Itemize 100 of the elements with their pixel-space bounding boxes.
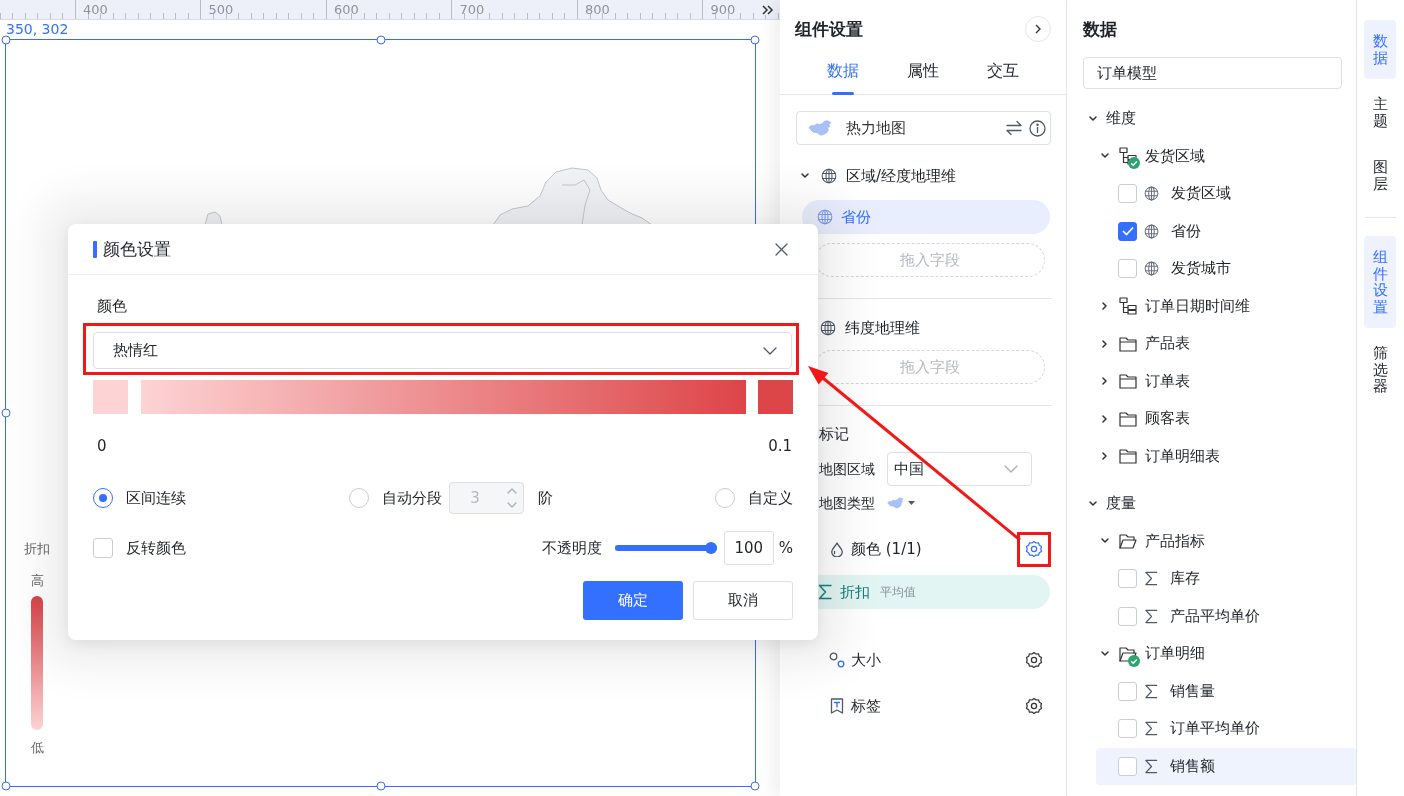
scale-min-label: 0 xyxy=(97,436,107,456)
tree-item[interactable]: 发货城市 xyxy=(1096,250,1356,288)
chart-type-field[interactable]: 热力地图 xyxy=(796,111,1051,145)
tree-item[interactable]: 发货区域 xyxy=(1096,175,1356,213)
tree-item[interactable]: 产品表 xyxy=(1083,325,1356,363)
resize-handle[interactable] xyxy=(1,35,11,45)
side-tab[interactable]: 筛选器 xyxy=(1364,332,1396,408)
option-label[interactable]: 自动分段 xyxy=(381,488,442,508)
tree-item[interactable]: 库存 xyxy=(1096,560,1356,598)
option-label[interactable]: 区间连续 xyxy=(126,488,186,508)
tree-item[interactable]: 订单明细 xyxy=(1083,635,1356,673)
legend-title: 折扣 xyxy=(24,540,50,558)
resize-handle[interactable] xyxy=(376,35,385,45)
checkbox[interactable] xyxy=(1118,719,1137,739)
tab[interactable]: 属性 xyxy=(883,52,963,94)
radio-button[interactable] xyxy=(715,488,735,508)
scale-max-label: 0.1 xyxy=(768,436,792,456)
tab[interactable]: 交互 xyxy=(963,52,1043,94)
caret-down-icon[interactable] xyxy=(1101,537,1109,546)
ruler-label: 400 xyxy=(83,2,108,17)
settings-icon[interactable] xyxy=(1025,651,1043,669)
folder-open-icon xyxy=(1119,645,1137,662)
caret-down-icon[interactable] xyxy=(1101,649,1109,658)
tree-item[interactable]: 发货区域 xyxy=(1083,137,1356,175)
dimension-header[interactable]: 区域/经度地理维 xyxy=(780,163,1066,189)
option-label[interactable]: 反转颜色 xyxy=(126,538,186,558)
tree-item[interactable]: 订单表 xyxy=(1083,362,1356,400)
tree-item[interactable]: 订单日期时间维 xyxy=(1083,287,1356,325)
legend-label: 高 xyxy=(30,572,44,590)
tree-item[interactable]: 顾客表 xyxy=(1083,400,1356,438)
confirm-button[interactable]: 确定 xyxy=(583,581,683,620)
swap-icon[interactable] xyxy=(1006,120,1022,136)
folder-icon xyxy=(1119,448,1137,465)
sigma-icon xyxy=(1144,683,1158,699)
globe-icon xyxy=(1144,261,1159,277)
checkbox[interactable] xyxy=(1118,569,1137,589)
double-chevron-icon[interactable] xyxy=(762,5,774,15)
globe-icon xyxy=(817,209,833,225)
tree-item[interactable]: 省份 xyxy=(1096,212,1356,250)
tree-item[interactable]: 订单明细表 xyxy=(1083,437,1356,475)
side-tab[interactable]: 主题 xyxy=(1364,83,1396,142)
radio-button[interactable] xyxy=(348,488,369,508)
dialog-title: 颜色设置 xyxy=(103,237,172,261)
tree-item[interactable]: 产品平均单价 xyxy=(1096,597,1356,635)
checkbox[interactable] xyxy=(93,538,113,558)
caret-right-icon[interactable] xyxy=(1101,452,1109,461)
side-tab[interactable]: 图层 xyxy=(1364,146,1396,205)
tree-item[interactable]: 维度 xyxy=(1083,100,1356,138)
caret-right-icon[interactable] xyxy=(1101,339,1109,348)
option-label[interactable]: 自定义 xyxy=(748,488,793,508)
opacity-input[interactable]: 100 xyxy=(723,531,774,565)
checkbox[interactable] xyxy=(1118,756,1137,776)
cancel-button[interactable]: 取消 xyxy=(693,581,793,620)
tab[interactable]: 数据 xyxy=(803,52,883,94)
resize-handle[interactable] xyxy=(1,781,11,791)
caret-right-icon[interactable] xyxy=(1101,414,1109,423)
color-scheme-select[interactable]: 热情红 xyxy=(93,332,792,369)
color-swatch-icon xyxy=(758,380,793,414)
info-icon[interactable] xyxy=(1029,119,1046,137)
caret-down-icon[interactable] xyxy=(801,172,809,180)
resize-handle[interactable] xyxy=(1,408,11,418)
hierarchy-icon xyxy=(1119,297,1137,316)
settings-icon[interactable] xyxy=(1025,697,1043,715)
bookmark-icon xyxy=(829,698,845,714)
side-tab[interactable]: 数据 xyxy=(1364,20,1396,79)
checkbox[interactable] xyxy=(1118,606,1137,626)
tree-item[interactable]: 销售量 xyxy=(1096,672,1356,710)
chevron-down-icon xyxy=(763,346,777,355)
tree-item[interactable]: 产品指标 xyxy=(1083,522,1356,560)
globe-icon xyxy=(1144,186,1159,202)
checkbox[interactable] xyxy=(1118,259,1137,279)
radio-button[interactable] xyxy=(93,488,113,508)
tree-item[interactable]: 销售额 xyxy=(1096,747,1356,785)
channel-label: 大小 xyxy=(851,650,882,670)
caret-right-icon[interactable] xyxy=(1101,377,1109,386)
map-region-select[interactable]: 中国 xyxy=(887,452,1032,486)
model-select[interactable]: 订单模型 xyxy=(1083,57,1342,89)
field-pill[interactable]: 省份 xyxy=(802,200,1050,234)
resize-handle[interactable] xyxy=(750,781,760,791)
channel-label: 颜色 (1/1) xyxy=(851,539,923,559)
slider-thumb[interactable] xyxy=(704,542,717,554)
chevron-down-icon xyxy=(1004,465,1018,473)
tree-item[interactable]: 度量 xyxy=(1083,485,1356,523)
drop-icon xyxy=(829,541,845,557)
resize-handle[interactable] xyxy=(750,35,760,45)
close-icon[interactable] xyxy=(775,242,788,256)
folder-open-icon xyxy=(1119,533,1137,550)
resize-handle[interactable] xyxy=(376,781,385,791)
side-tab[interactable]: 组件设置 xyxy=(1364,236,1396,328)
tree-item[interactable]: 订单平均单价 xyxy=(1096,710,1356,748)
checkbox[interactable] xyxy=(1118,681,1137,701)
caret-down-icon[interactable] xyxy=(1089,499,1097,508)
channel-label: 标签 xyxy=(851,696,882,716)
caret-right-icon[interactable] xyxy=(1101,302,1109,311)
checkbox[interactable] xyxy=(1118,184,1137,204)
checkbox[interactable] xyxy=(1118,221,1137,241)
caret-down-icon[interactable] xyxy=(1089,114,1097,123)
caret-down-icon[interactable] xyxy=(1101,152,1109,161)
folder-icon xyxy=(1119,373,1137,390)
map-icon xyxy=(887,497,904,509)
